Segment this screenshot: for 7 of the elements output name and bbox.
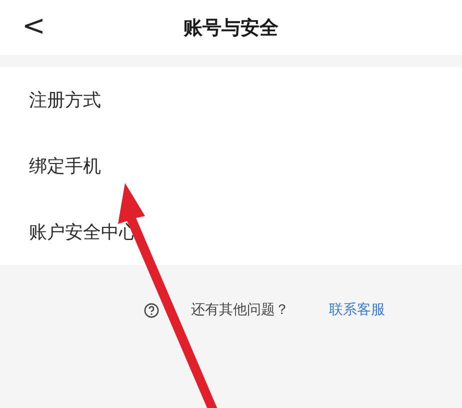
- help-icon: [144, 302, 159, 318]
- page-title: 账号与安全: [184, 16, 278, 40]
- settings-item[interactable]: 注册方式: [0, 67, 462, 133]
- back-button[interactable]: <: [16, 8, 52, 44]
- contact-support-link[interactable]: 联系客服: [329, 301, 385, 319]
- help-text: 还有其他问题？: [191, 301, 289, 319]
- settings-item[interactable]: 绑定手机: [0, 133, 462, 199]
